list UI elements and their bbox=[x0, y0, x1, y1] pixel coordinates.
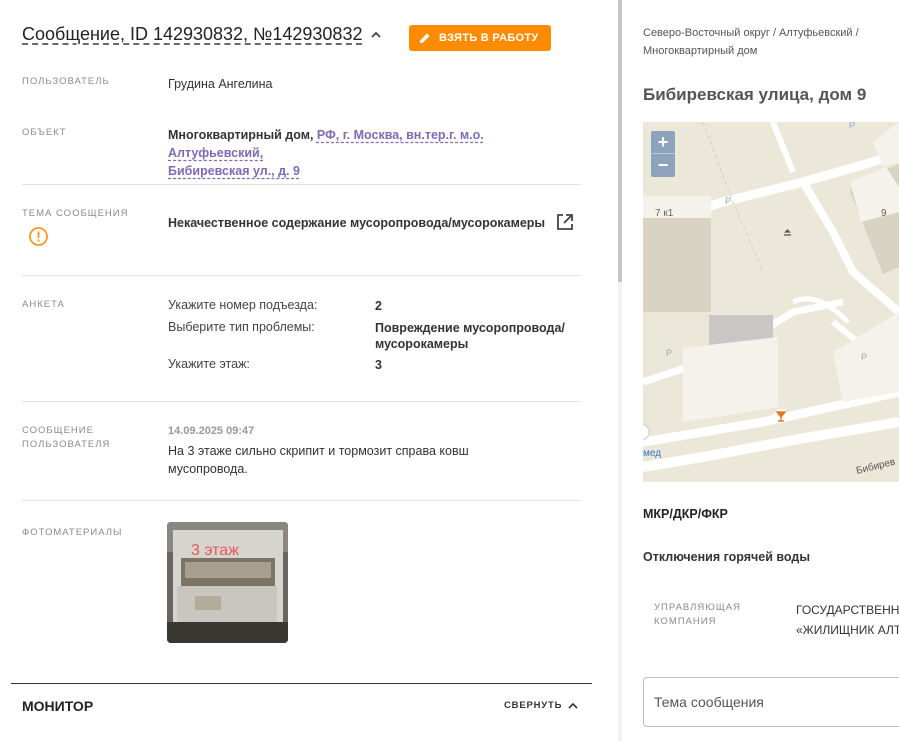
map-label-7k1: 7 к1 bbox=[655, 208, 674, 219]
divider bbox=[22, 401, 581, 402]
topic-label: ТЕМА СООБЩЕНИЯ bbox=[22, 208, 129, 219]
map[interactable]: 7 к1 9 мед Бибирев P P P P + − bbox=[643, 122, 899, 482]
zoom-out-button[interactable]: − bbox=[651, 154, 675, 177]
message-header[interactable]: Сообщение, ID 142930832, №142930832 bbox=[22, 24, 382, 45]
warning-icon bbox=[29, 227, 48, 246]
collapse-label: СВЕРНУТЬ bbox=[504, 700, 563, 711]
survey-question: Укажите номер подъезда: bbox=[168, 298, 318, 312]
message-title[interactable]: Сообщение, ID 142930832, №142930832 bbox=[22, 24, 362, 45]
survey-answer: Повреждение мусоропровода/ мусорокамеры bbox=[375, 320, 565, 352]
user-message-label: СООБЩЕНИЕ ПОЛЬЗОВАТЕЛЯ bbox=[22, 424, 110, 452]
map-parking-label: P bbox=[725, 196, 731, 206]
pencil-icon bbox=[420, 33, 430, 43]
chevron-up-icon[interactable] bbox=[370, 29, 382, 41]
photo-thumbnail[interactable]: 3 этаж bbox=[167, 522, 288, 643]
chevron-up-icon bbox=[568, 702, 578, 709]
company-label-line: КОМПАНИЯ bbox=[654, 616, 717, 627]
take-to-work-label: ВЗЯТЬ В РАБОТУ bbox=[439, 32, 539, 44]
photos-label: ФОТОМАТЕРИАЛЫ bbox=[22, 527, 123, 538]
user-message-label-line: СООБЩЕНИЕ bbox=[22, 425, 94, 436]
map-parking-label: P bbox=[666, 348, 672, 358]
survey-label: АНКЕТА bbox=[22, 299, 65, 310]
message-subject-input[interactable] bbox=[643, 677, 899, 727]
message-date: 14.09.2025 09:47 bbox=[168, 425, 255, 437]
company-value: ГОСУДАРСТВЕННОЕ «ЖИЛИЩНИК АЛТ bbox=[796, 600, 899, 640]
map-label-9: 9 bbox=[881, 208, 887, 219]
take-to-work-button[interactable]: ВЗЯТЬ В РАБОТУ bbox=[409, 25, 551, 51]
map-canvas: 7 к1 9 мед Бибирев P P P P bbox=[643, 122, 899, 482]
photo-image: 3 этаж bbox=[167, 522, 288, 643]
map-label-med: мед bbox=[643, 448, 661, 459]
map-zoom-controls: + − bbox=[651, 131, 675, 177]
user-message-label-line: ПОЛЬЗОВАТЕЛЯ bbox=[22, 439, 111, 450]
message-panel: Сообщение, ID 142930832, №142930832 ВЗЯТ… bbox=[0, 0, 618, 741]
monitor-divider bbox=[11, 683, 592, 684]
survey-answer-line: мусорокамеры bbox=[375, 337, 469, 351]
divider bbox=[22, 184, 581, 185]
breadcrumb-line: Северо-Восточный округ / Алтуфьевский / bbox=[643, 27, 859, 39]
survey-answer-line: Повреждение мусоропровода/ bbox=[375, 321, 565, 335]
object-value: Многоквартирный дом, РФ, г. Москва, вн.т… bbox=[168, 126, 568, 180]
photo-caption: 3 этаж bbox=[191, 542, 239, 559]
company-value-line: ГОСУДАРСТВЕННОЕ bbox=[796, 603, 899, 617]
section-hot-water-outages[interactable]: Отключения горячей воды bbox=[643, 550, 810, 564]
map-parking-label: P bbox=[861, 352, 867, 362]
topic-value: Некачественное содержание мусоропровода/… bbox=[168, 216, 546, 230]
company-label: УПРАВЛЯЮЩАЯ КОМПАНИЯ bbox=[654, 601, 741, 629]
map-parking-label: P bbox=[849, 122, 855, 130]
monitor-title: МОНИТОР bbox=[22, 698, 94, 714]
breadcrumb: Северо-Восточный округ / Алтуфьевский / … bbox=[643, 24, 893, 60]
zoom-in-button[interactable]: + bbox=[651, 131, 675, 154]
company-value-line: «ЖИЛИЩНИК АЛТ bbox=[796, 623, 899, 637]
object-type: Многоквартирный дом, bbox=[168, 128, 314, 142]
breadcrumb-line: Многоквартирный дом bbox=[643, 45, 758, 57]
user-message-text: На 3 этаже сильно скрипит и тормозит спр… bbox=[168, 442, 469, 478]
survey-answer: 2 bbox=[375, 299, 382, 313]
survey-question: Укажите этаж: bbox=[168, 357, 250, 371]
user-message-line: мусопровода. bbox=[168, 462, 248, 476]
object-panel: Северо-Восточный округ / Алтуфьевский / … bbox=[622, 0, 899, 741]
company-label-line: УПРАВЛЯЮЩАЯ bbox=[654, 602, 741, 613]
survey-answer: 3 bbox=[375, 358, 382, 372]
divider bbox=[22, 275, 581, 276]
section-mkr[interactable]: МКР/ДКР/ФКР bbox=[643, 507, 728, 521]
collapse-button[interactable]: СВЕРНУТЬ bbox=[504, 700, 578, 711]
object-address-title: Бибиревская улица, дом 9 bbox=[643, 85, 867, 104]
user-message-line: На 3 этаже сильно скрипит и тормозит спр… bbox=[168, 444, 469, 458]
object-address-link-2[interactable]: Бибиревская ул., д. 9 bbox=[168, 164, 300, 178]
survey-question: Выберите тип проблемы: bbox=[168, 320, 315, 334]
object-label: ОБЪЕКТ bbox=[22, 127, 67, 138]
open-external-icon[interactable] bbox=[555, 212, 575, 232]
user-label: ПОЛЬЗОВАТЕЛЬ bbox=[22, 76, 110, 87]
user-value: Грудина Ангелина bbox=[168, 77, 273, 91]
divider bbox=[22, 500, 581, 501]
